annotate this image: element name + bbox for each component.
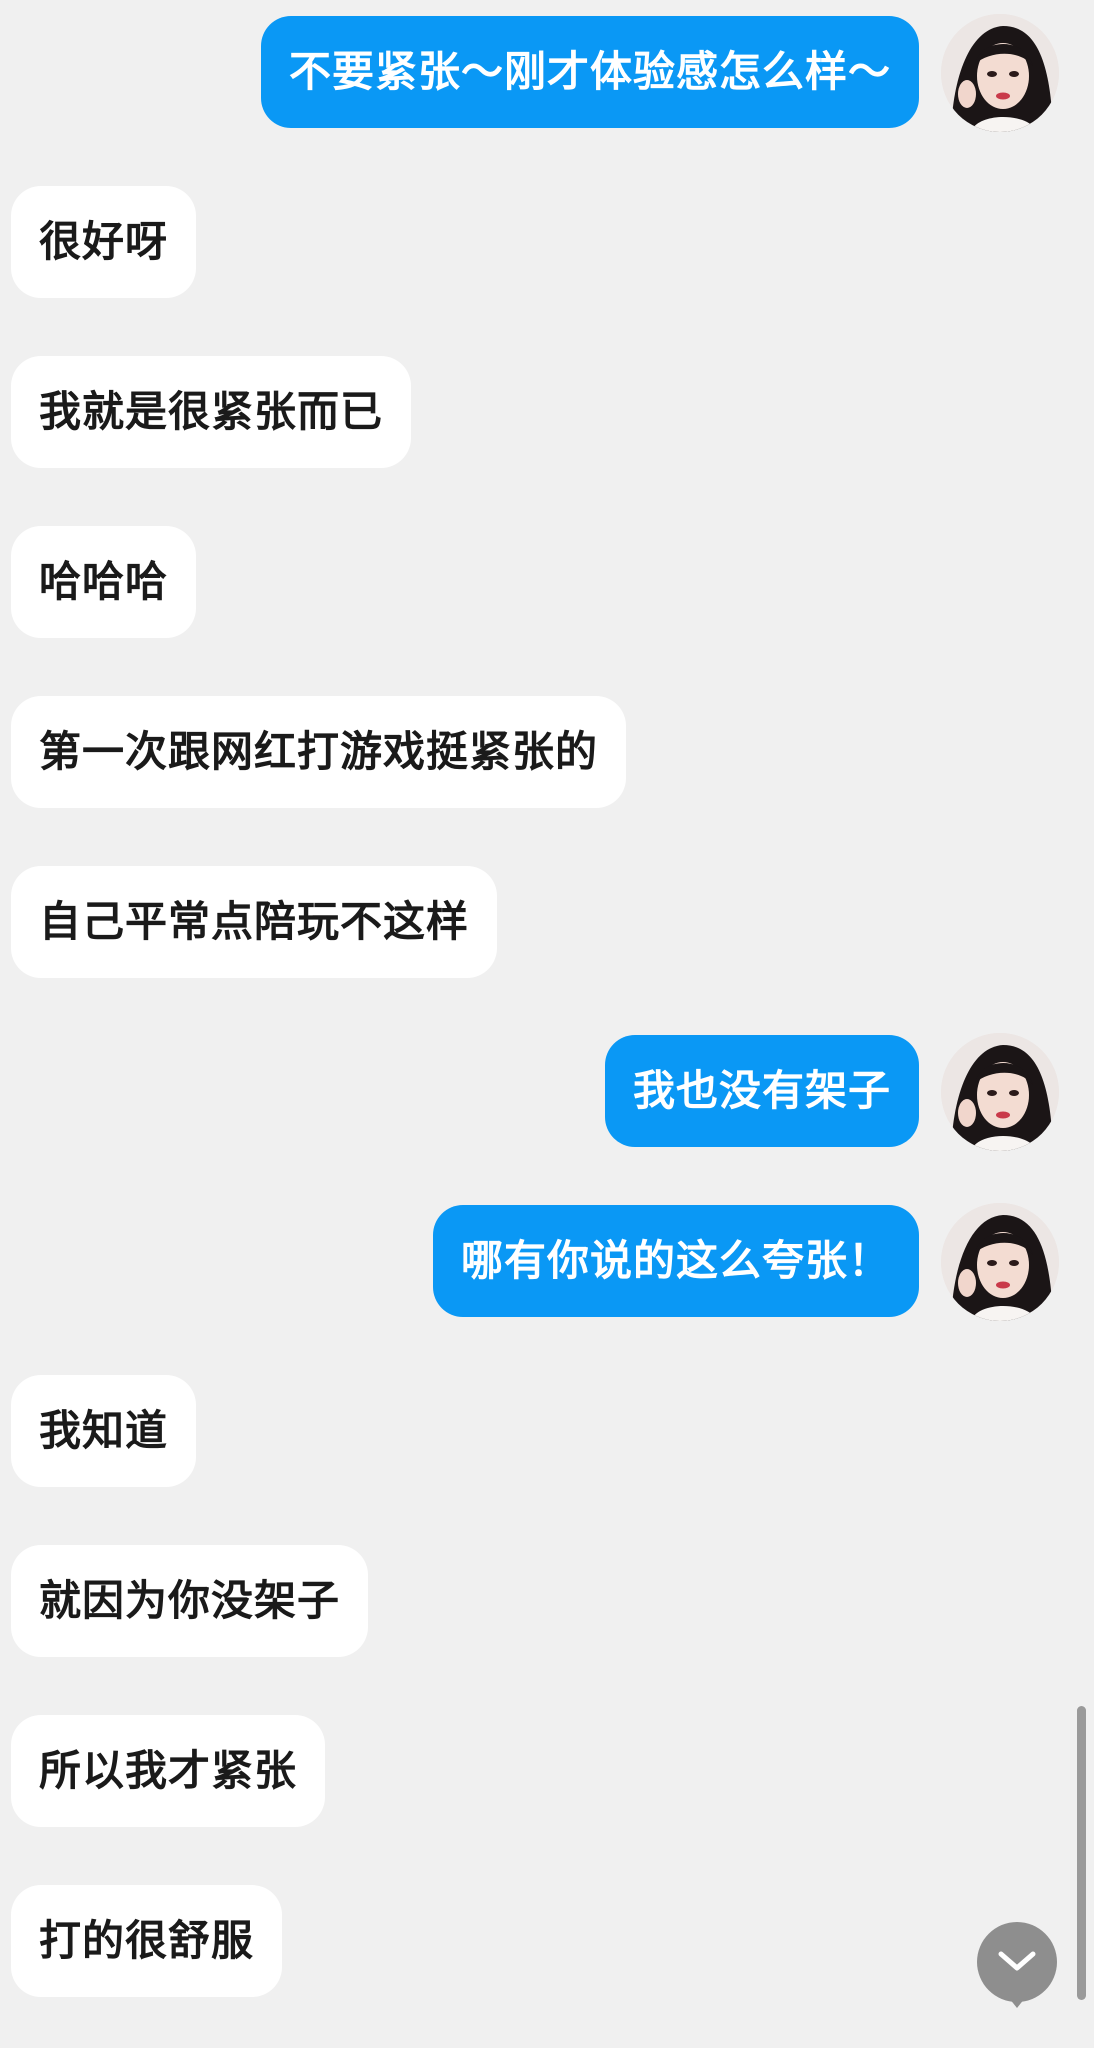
incoming-message-bubble[interactable]: 第一次跟网红打游戏挺紧张的 — [11, 696, 627, 808]
incoming-message-bubble[interactable]: 就因为你没架子 — [11, 1545, 369, 1657]
user-avatar[interactable] — [941, 14, 1059, 132]
outgoing-message-bubble[interactable]: 哪有你说的这么夸张！ — [432, 1205, 919, 1317]
incoming-message-bubble[interactable]: 哈哈哈 — [11, 526, 197, 638]
avatar-image — [941, 14, 1059, 132]
incoming-message-bubble[interactable]: 我知道 — [11, 1375, 197, 1487]
avatar-image — [941, 1203, 1059, 1321]
incoming-message-bubble[interactable]: 打的很舒服 — [11, 1885, 283, 1997]
incoming-message-bubble[interactable]: 很好呀 — [11, 186, 197, 298]
outgoing-message-bubble[interactable]: 不要紧张～刚才体验感怎么样～ — [260, 16, 919, 128]
user-avatar[interactable] — [941, 1203, 1059, 1321]
chat-message-list[interactable]: 不要紧张～刚才体验感怎么样～ 很好呀 我就是很紧张而已 哈哈哈 第一次跟网红打游… — [0, 0, 1094, 2048]
chevron-down-icon — [998, 1951, 1036, 1971]
avatar-image — [941, 1033, 1059, 1151]
scroll-to-bottom-button[interactable] — [977, 1922, 1057, 2008]
user-avatar[interactable] — [941, 1033, 1059, 1151]
outgoing-message-bubble[interactable]: 我也没有架子 — [604, 1035, 919, 1147]
incoming-message-bubble[interactable]: 自己平常点陪玩不这样 — [11, 866, 498, 978]
incoming-message-bubble[interactable]: 我就是很紧张而已 — [11, 356, 412, 468]
incoming-message-bubble[interactable]: 所以我才紧张 — [11, 1715, 326, 1827]
scrollbar-thumb[interactable] — [1077, 1706, 1086, 2000]
